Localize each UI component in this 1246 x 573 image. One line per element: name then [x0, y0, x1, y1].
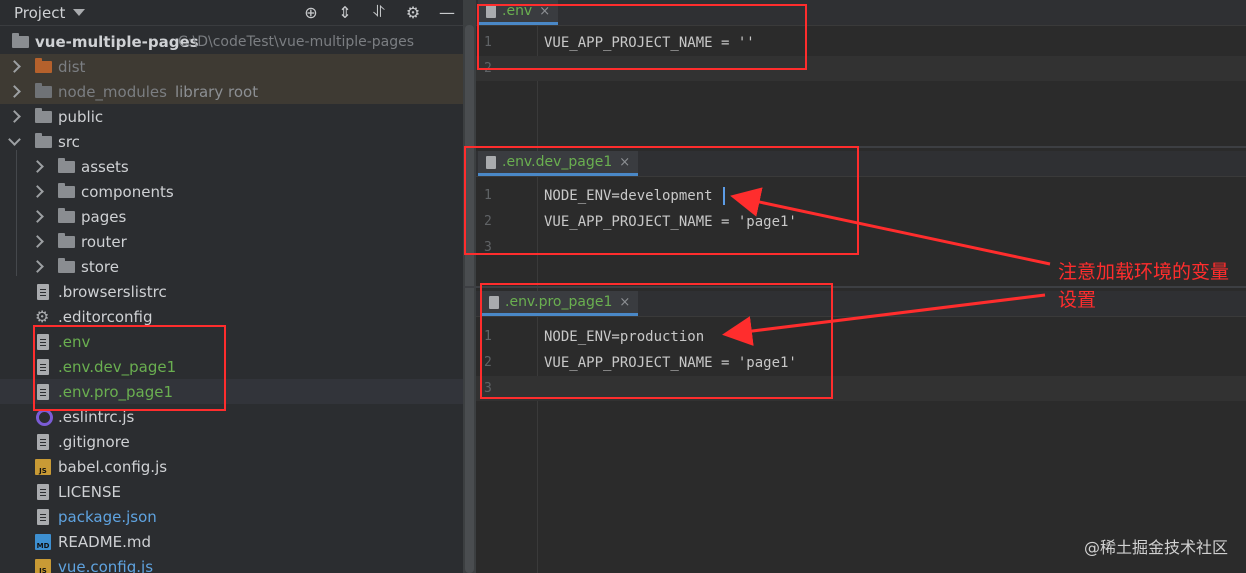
arrow-to-development: [730, 187, 1051, 266]
arrow-to-production: [722, 293, 1046, 346]
annotation-note: 注意加载环境的变量设置: [1058, 261, 1230, 311]
watermark: @稀土掘金技术社区: [1083, 538, 1228, 557]
